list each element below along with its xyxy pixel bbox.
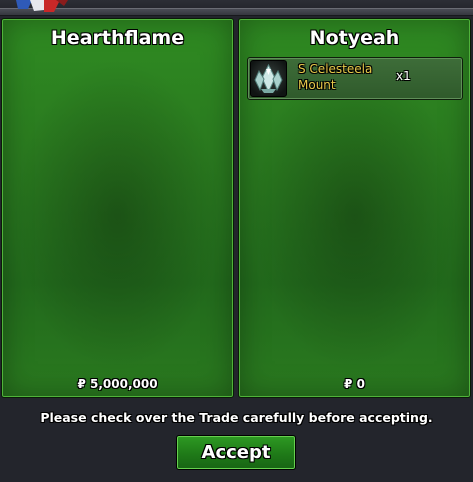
top-bar [0,0,473,16]
celesteela-icon [250,60,287,97]
partner-name: Notyeah [309,27,400,49]
trade-item-slot[interactable]: S Celesteela Mount x1 [247,57,463,100]
top-bar-stripe [0,8,473,16]
item-name: S Celesteela Mount [298,62,373,92]
trade-notice: Please check over the Trade carefully be… [40,410,433,425]
player-avatar-icon [16,0,68,12]
money-offer: ₽ 5,000,000 [77,377,158,391]
partner-money-offer: ₽ 0 [344,377,365,391]
accept-button[interactable]: Accept [176,435,296,470]
trade-panel-self: Hearthflame ₽ 5,000,000 [1,18,234,398]
item-quantity: x1 [396,69,411,83]
trade-panel-partner: Notyeah S Celesteela Mount x1 ₽ 0 [238,18,471,398]
player-name: Hearthflame [50,27,185,49]
